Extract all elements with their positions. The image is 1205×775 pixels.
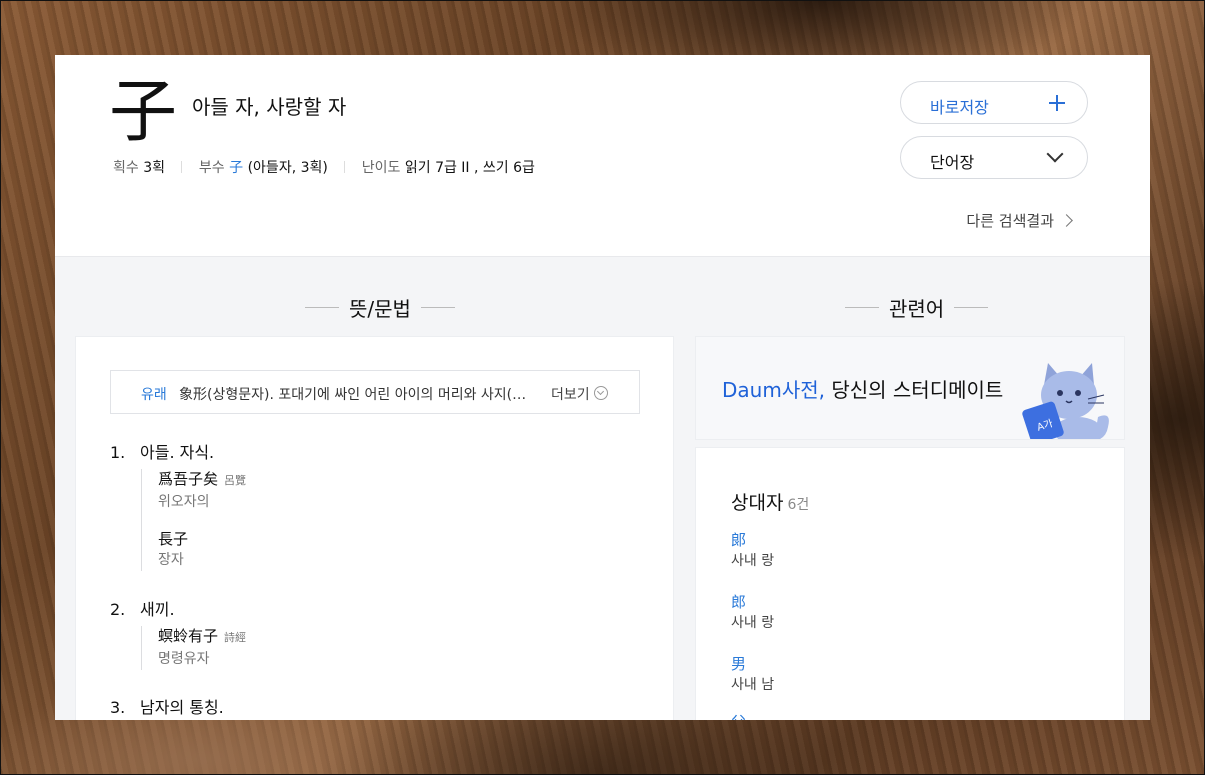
- related-hanja[interactable]: 郞: [731, 530, 774, 550]
- section-title-text: 뜻/문법: [349, 297, 411, 321]
- difficulty-value: 읽기 7급 II , 쓰기 6급: [404, 160, 535, 176]
- more-button[interactable]: 더보기: [551, 384, 608, 404]
- banner-brand: Daum사전,: [722, 378, 825, 402]
- example-hanja-line: 螟蛉有子 詩經: [158, 626, 246, 648]
- definition-text: 새끼.: [140, 600, 175, 619]
- origin-text: 象形(상형문자). 포대기에 싸인 어린 아이의 머리와 사지(팔과 다리)를 …: [179, 387, 539, 403]
- title-rule: [845, 307, 879, 308]
- example-hanja: 爲吾子矣: [158, 470, 219, 488]
- radical-label: 부수: [198, 160, 225, 176]
- definition-number: 1.: [110, 443, 126, 462]
- example-korean: 명령유자: [158, 651, 210, 667]
- related-word[interactable]: 郎 사내 랑: [731, 592, 774, 634]
- circle-chevron-down-icon: [593, 386, 608, 400]
- example-hanja-line: 爲吾子矣 呂覽: [158, 469, 246, 491]
- related-hanja[interactable]: 郎: [731, 592, 774, 612]
- chevron-right-icon: [1060, 214, 1073, 227]
- antonym-count: 6건: [787, 497, 810, 513]
- origin-box: 유래 象形(상형문자). 포대기에 싸인 어린 아이의 머리와 사지(팔과 다리…: [110, 370, 640, 414]
- entry-meaning: 아들 자, 사랑할 자: [192, 95, 347, 119]
- radical-link[interactable]: 子: [229, 160, 243, 176]
- entry-header: 子 아들 자, 사랑할 자 획수 3획 부수 子 (아들자, 3획) 난이도 읽…: [55, 55, 1150, 257]
- example-korean: 장자: [158, 552, 184, 568]
- example-group: 爲吾子矣 呂覽 위오자의 長子 장자: [141, 469, 246, 571]
- example-group: 螟蛉有子 詩經 명령유자: [141, 626, 246, 670]
- title-rule: [420, 307, 455, 308]
- example-hanja: 長子: [158, 530, 189, 548]
- related-reading: 사내 랑: [731, 553, 775, 569]
- meaning-card: 유래 象形(상형문자). 포대기에 싸인 어린 아이의 머리와 사지(팔과 다리…: [75, 336, 674, 720]
- example-korean: 위오자의: [158, 494, 210, 510]
- other-results-label: 다른 검색결과: [966, 212, 1054, 230]
- meta-divider: [344, 161, 346, 173]
- title-rule: [305, 307, 339, 308]
- example-hanja-line: 長子: [158, 529, 246, 549]
- antonym-card: 상대자6건 郞 사내 랑 郎 사내 랑 男 사내 남 父: [695, 447, 1125, 720]
- example-hanja: 螟蛉有子: [158, 627, 219, 645]
- definition-text: 아들. 자식.: [140, 443, 215, 462]
- cat-mascot-icon: A가: [1022, 363, 1109, 439]
- quick-save-label: 바로저장: [930, 98, 989, 117]
- example-item: 長子 장자: [158, 529, 246, 571]
- plus-icon: [1049, 95, 1065, 111]
- related-hanja[interactable]: 父: [731, 712, 746, 720]
- definition-text: 남자의 통칭.: [140, 698, 224, 717]
- strokes-value: 3획: [143, 160, 166, 176]
- wordbook-label: 단어장: [930, 153, 975, 172]
- dictionary-panel: 子 아들 자, 사랑할 자 획수 3획 부수 子 (아들자, 3획) 난이도 읽…: [55, 55, 1150, 720]
- radical-desc: (아들자, 3획): [247, 160, 328, 176]
- related-word[interactable]: 郞 사내 랑: [731, 530, 774, 572]
- section-title-text: 관련어: [889, 297, 945, 321]
- strokes-label: 획수: [113, 160, 139, 176]
- more-label: 더보기: [551, 387, 590, 403]
- example-item: 螟蛉有子 詩經 명령유자: [158, 626, 246, 670]
- antonym-title: 상대자 6건: [731, 488, 809, 515]
- difficulty-label: 난이도: [361, 160, 401, 176]
- related-hanja[interactable]: 男: [731, 654, 774, 674]
- definition-number: 2.: [110, 600, 126, 619]
- definition-item: 3. 남자의 통칭.: [110, 694, 224, 718]
- entry-character: 子: [109, 73, 178, 152]
- definition-item: 2. 새끼.: [110, 596, 175, 620]
- related-reading: 사내 남: [731, 677, 775, 693]
- daum-dictionary-banner[interactable]: Daum사전, 당신의 스터디메이트 A가: [695, 336, 1125, 440]
- title-rule: [954, 307, 989, 308]
- antonym-title-text: 상대자: [731, 492, 784, 514]
- definition-number: 3.: [110, 698, 126, 717]
- entry-meta: 획수 3획 부수 子 (아들자, 3획) 난이도 읽기 7급 II , 쓰기 6…: [113, 157, 535, 177]
- definition-item: 1. 아들. 자식.: [110, 439, 214, 463]
- section-title-related: 관련어: [835, 293, 998, 322]
- related-word[interactable]: 男 사내 남: [731, 654, 774, 696]
- chevron-down-icon: [1046, 145, 1064, 163]
- section-title-meaning: 뜻/문법: [295, 293, 465, 322]
- related-word[interactable]: 父: [731, 712, 746, 720]
- banner-slogan: 당신의 스터디메이트: [824, 378, 1004, 402]
- example-source: 呂覽: [224, 474, 247, 487]
- banner-text: Daum사전, 당신의 스터디메이트: [722, 374, 1003, 403]
- example-source: 詩經: [224, 631, 247, 644]
- meta-divider: [181, 161, 183, 173]
- example-item: 爲吾子矣 呂覽 위오자의: [158, 469, 246, 513]
- quick-save-button[interactable]: 바로저장: [900, 81, 1088, 124]
- wordbook-dropdown[interactable]: 단어장: [900, 136, 1088, 179]
- origin-label: 유래: [141, 387, 167, 403]
- related-reading: 사내 랑: [731, 615, 775, 631]
- other-results-link[interactable]: 다른 검색결과: [966, 210, 1073, 231]
